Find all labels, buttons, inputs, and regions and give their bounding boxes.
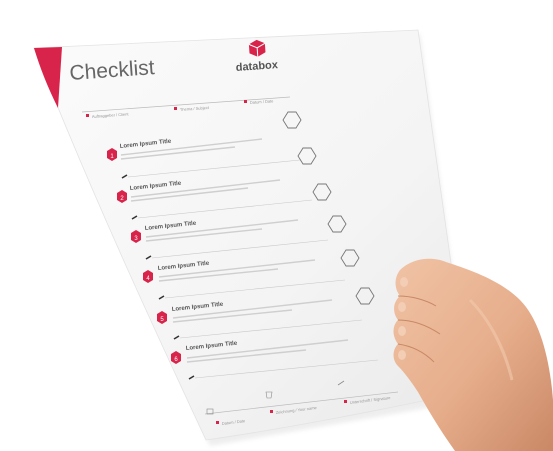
footer-marker — [270, 410, 273, 413]
header-marker — [174, 107, 177, 110]
photo-scene: Checklist databox Auftraggeber / Client … — [33, 29, 553, 451]
fingernail — [400, 277, 408, 287]
palm-and-fingers — [393, 258, 553, 451]
footer-marker — [216, 421, 219, 424]
checklist-paper — [33, 29, 467, 441]
hand — [393, 258, 553, 451]
fingernail — [398, 350, 406, 360]
red-corner-accent — [34, 47, 62, 108]
header-marker — [86, 114, 89, 117]
footer-marker — [344, 400, 347, 403]
header-marker — [244, 100, 247, 103]
fingernail — [398, 326, 406, 336]
fingernail — [398, 302, 406, 312]
